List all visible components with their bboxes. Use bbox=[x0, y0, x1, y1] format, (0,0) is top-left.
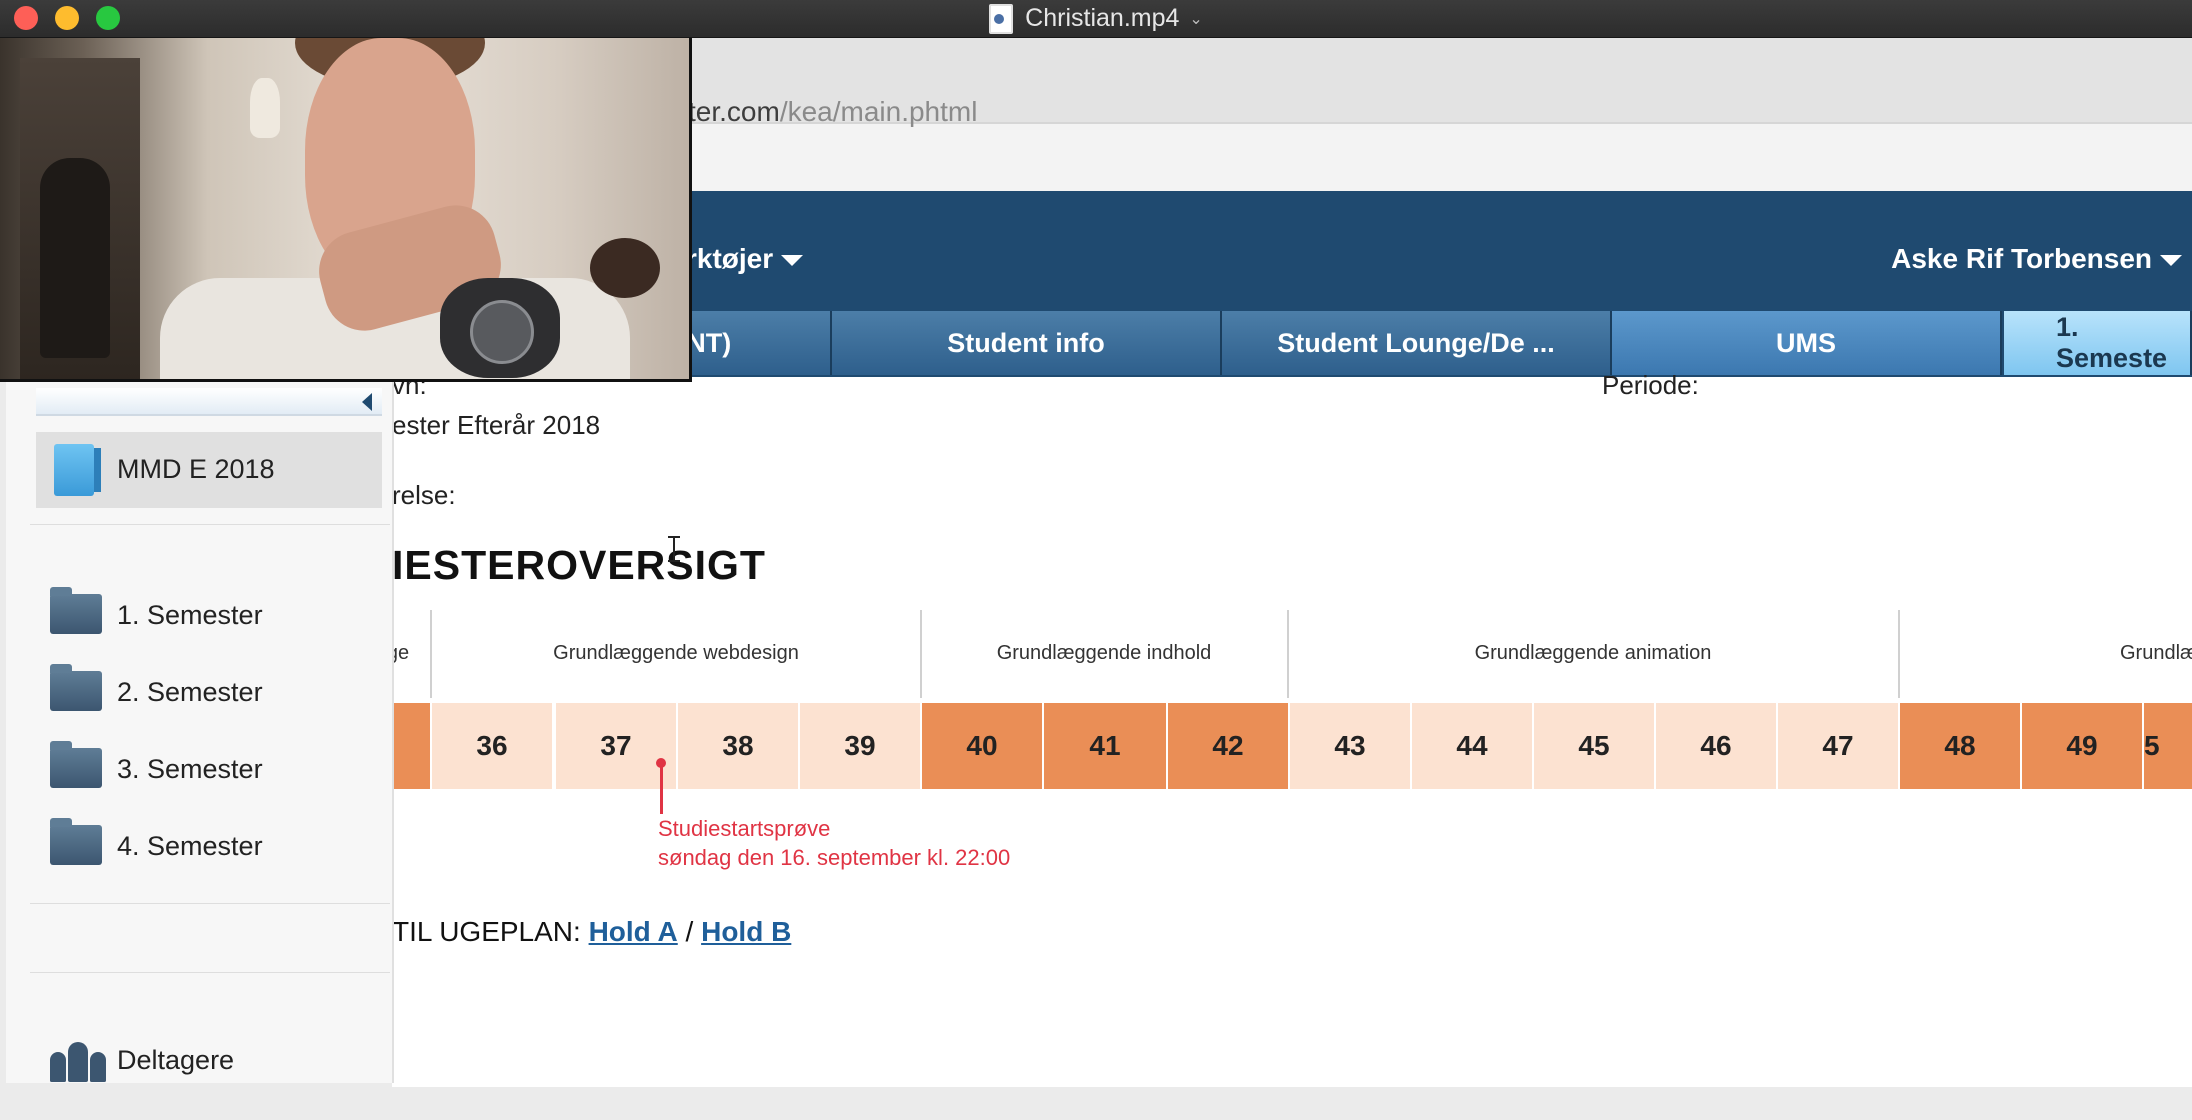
collapse-left-icon[interactable] bbox=[362, 393, 372, 411]
tab-label: 1. Semeste bbox=[2056, 312, 2168, 373]
chevron-down-icon[interactable]: ⌄ bbox=[1189, 9, 1202, 29]
week-cell[interactable]: 43 bbox=[1290, 703, 1410, 789]
week-cell[interactable]: 46 bbox=[1656, 703, 1776, 789]
sidebar-item-semester-1[interactable]: 1. Semester bbox=[117, 600, 263, 631]
hold-b-link[interactable]: Hold B bbox=[701, 916, 791, 947]
event-marker bbox=[660, 762, 663, 814]
url-text: ter.com/kea/main.phtml bbox=[688, 96, 977, 128]
caret-down-icon bbox=[781, 255, 804, 267]
week-cell[interactable]: 39 bbox=[800, 703, 920, 789]
week-cell[interactable]: 41 bbox=[1044, 703, 1166, 789]
user-name: Aske Rif Torbensen bbox=[1891, 243, 2152, 274]
caret-down-icon bbox=[2160, 255, 2182, 267]
ugeplan-sep: / bbox=[677, 916, 702, 947]
tab-label: Student info bbox=[947, 327, 1105, 358]
folder-icon bbox=[50, 741, 102, 788]
url-domain: ter.com bbox=[688, 96, 780, 127]
book-icon bbox=[54, 444, 101, 496]
week-cell[interactable] bbox=[392, 703, 430, 789]
tab-student-info[interactable]: Student info bbox=[832, 311, 1222, 375]
course-label: Grundlæggende bbox=[2120, 642, 2192, 664]
course-label: Grundlæggende animation bbox=[1474, 642, 1712, 664]
sidebar-divider bbox=[30, 903, 390, 904]
tab-label: Student Lounge/De ... bbox=[1277, 327, 1555, 358]
week-cell[interactable]: 40 bbox=[922, 703, 1042, 789]
event-text: Studiestartsprøve søndag den 16. septemb… bbox=[658, 814, 1010, 872]
course-separator bbox=[920, 610, 922, 698]
course-label: Grundlæggende webdesign bbox=[553, 642, 799, 664]
video-file-icon bbox=[989, 3, 1014, 34]
week-cell[interactable]: 49 bbox=[2022, 703, 2142, 789]
sidebar-divider bbox=[30, 524, 390, 525]
sidebar-item-semester-4[interactable]: 4. Semester bbox=[117, 831, 263, 862]
sidebar-item-semester-3[interactable]: 3. Semester bbox=[117, 754, 263, 785]
semester-value: ester Efterår 2018 bbox=[392, 410, 601, 440]
url-path: /kea/main.phtml bbox=[779, 96, 978, 127]
window-title: Christian.mp4 ⌄ bbox=[0, 0, 2192, 37]
folder-icon bbox=[50, 818, 102, 865]
folder-icon bbox=[50, 664, 102, 711]
tab-1-semester[interactable]: 1. Semeste bbox=[2004, 311, 2192, 375]
course-label: Grundlæggende indhold bbox=[996, 642, 1212, 664]
tab-student-lounge[interactable]: Student Lounge/De ... bbox=[1222, 311, 1612, 375]
sidebar-course-label: MMD E 2018 bbox=[117, 454, 275, 484]
event-title: Studiestartsprøve bbox=[658, 816, 831, 841]
week-cell[interactable]: 42 bbox=[1168, 703, 1288, 789]
week-cell[interactable]: 38 bbox=[678, 703, 798, 789]
sidebar-collapse-bar[interactable] bbox=[36, 388, 382, 416]
text-cursor-icon bbox=[668, 536, 680, 562]
ugeplan-links: TIL UGEPLAN: Hold A / Hold B bbox=[392, 916, 791, 948]
sidebar-divider bbox=[30, 972, 390, 973]
course-separator bbox=[430, 610, 432, 698]
description-label: relse: bbox=[392, 480, 456, 510]
tools-menu[interactable]: rktøjer bbox=[686, 243, 804, 275]
tab-ums[interactable]: UMS bbox=[1612, 311, 2002, 375]
folder-icon bbox=[50, 587, 102, 634]
event-date: søndag den 16. september kl. 22:00 bbox=[658, 845, 1011, 870]
hold-a-link[interactable]: Hold A bbox=[589, 916, 678, 947]
week-cell[interactable]: 48 bbox=[1900, 703, 2020, 789]
section-title: IESTEROVERSIGT bbox=[392, 542, 766, 588]
week-cell[interactable]: 5 bbox=[2144, 703, 2192, 789]
user-menu[interactable]: Aske Rif Torbensen bbox=[1891, 243, 2182, 275]
event-marker-dot bbox=[656, 758, 666, 768]
period-label: Periode: bbox=[1602, 370, 1699, 400]
week-cell[interactable]: 45 bbox=[1534, 703, 1654, 789]
tools-menu-label: rktøjer bbox=[686, 243, 774, 274]
window-title-text: Christian.mp4 bbox=[1025, 4, 1180, 32]
week-cell[interactable]: 37 bbox=[556, 703, 676, 789]
window-titlebar: Christian.mp4 ⌄ bbox=[0, 0, 2192, 38]
week-cell[interactable]: 44 bbox=[1412, 703, 1532, 789]
ugeplan-prefix: TIL UGEPLAN: bbox=[392, 916, 589, 947]
course-separator bbox=[1287, 610, 1289, 698]
sidebar-item-participants[interactable]: Deltagere bbox=[117, 1045, 234, 1076]
participants-icon bbox=[50, 1036, 106, 1082]
week-cell[interactable]: 47 bbox=[1778, 703, 1898, 789]
course-separator bbox=[1898, 610, 1900, 698]
week-cell[interactable]: 36 bbox=[432, 703, 552, 789]
webcam-border bbox=[0, 38, 692, 382]
sidebar-item-semester-2[interactable]: 2. Semester bbox=[117, 677, 263, 708]
tab-label: UMS bbox=[1776, 327, 1836, 358]
